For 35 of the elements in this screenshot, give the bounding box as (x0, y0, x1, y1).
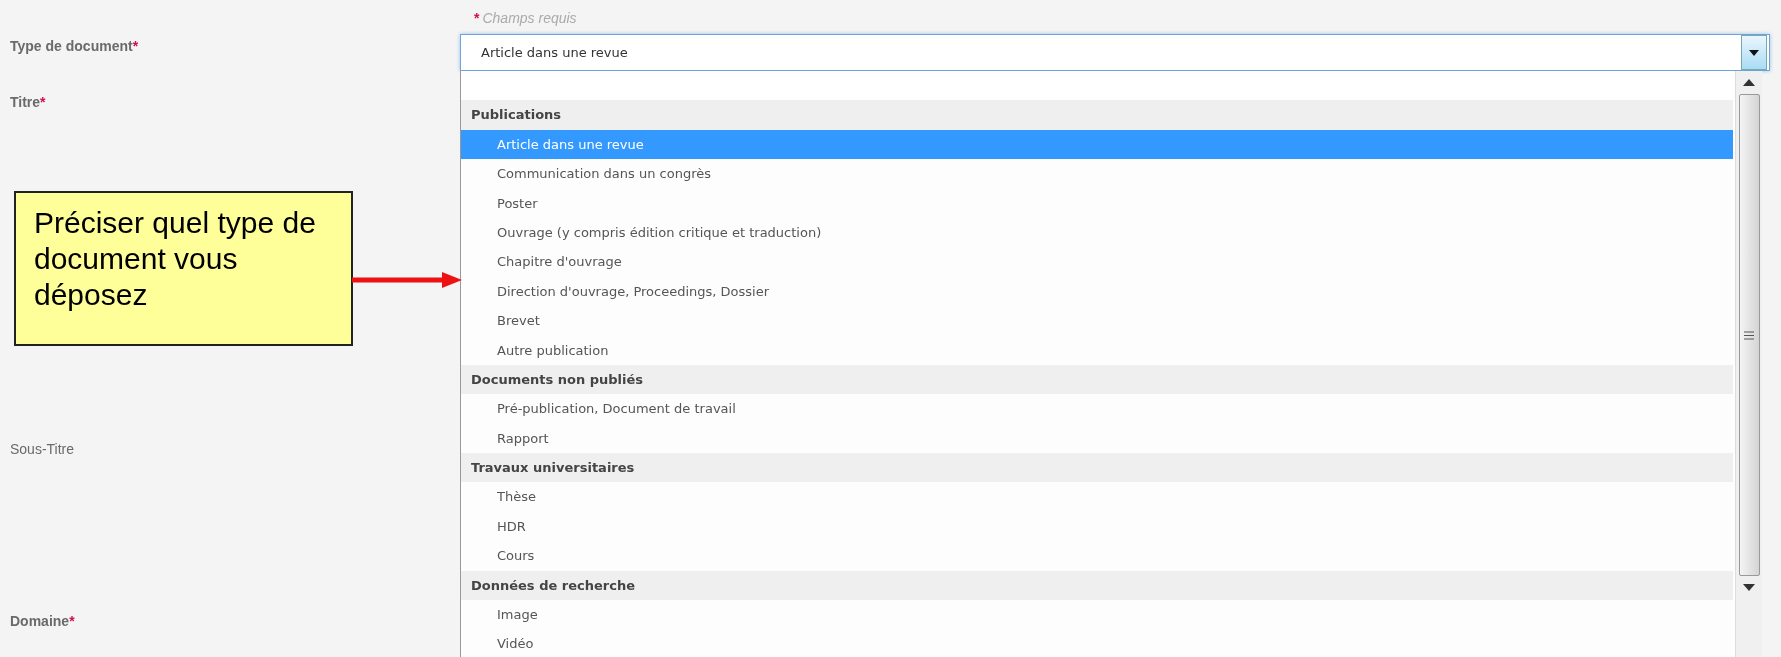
dropdown-option[interactable]: Rapport (461, 423, 1733, 454)
field-label: Type de document (10, 38, 133, 54)
required-asterisk: * (69, 613, 75, 629)
dropdown-option[interactable]: Autre publication (461, 335, 1733, 365)
option-group-label: Documents non publiés (461, 364, 1733, 395)
dropdown-option[interactable]: HDR (461, 511, 1733, 542)
grip-icon (1744, 330, 1754, 340)
dropdown-option[interactable]: Image (461, 600, 1733, 630)
required-asterisk: * (40, 94, 46, 110)
dropdown-option[interactable]: Chapitre d'ouvrage (461, 247, 1733, 277)
field-label: Sous-Titre (10, 441, 75, 457)
caret-icon (1749, 49, 1759, 56)
required-asterisk: * (132, 38, 139, 54)
scrollbar[interactable] (1735, 71, 1762, 657)
field-label: Domaine (10, 613, 70, 629)
document-type-select[interactable]: Article dans une revue (460, 34, 1770, 71)
required-note: Champs requis (482, 10, 577, 26)
required-asterisk: * (474, 10, 480, 26)
scrollbar-thumb[interactable] (1738, 94, 1760, 576)
scroll-up-icon[interactable] (1743, 79, 1755, 86)
option-group-label: Publications (461, 100, 1733, 130)
dropdown-option[interactable]: Brevet (461, 306, 1733, 336)
dropdown-option[interactable]: Thèse (461, 482, 1733, 512)
field-label: Titre (10, 94, 41, 110)
dropdown-option[interactable]: Communication dans un congrès (461, 159, 1733, 189)
dropdown-option[interactable]: Cours (461, 541, 1733, 571)
dropdown-option[interactable]: Vidéo (461, 629, 1733, 657)
option-group-label: Travaux universitaires (461, 453, 1733, 483)
callout-note: Préciser quel type de document vous déposez (14, 191, 353, 346)
scroll-down-icon[interactable] (1743, 584, 1755, 591)
dropdown-option[interactable]: Pré-publication, Document de travail (461, 394, 1733, 424)
dropdown-option[interactable]: Poster (461, 188, 1733, 218)
dropdown-option[interactable]: Ouvrage (y compris édition critique et traduction) (461, 217, 1733, 248)
dropdown-option[interactable]: Direction d'ouvrage, Proceedings, Dossier (461, 276, 1733, 307)
option-group-label: Données de recherche (461, 570, 1733, 601)
